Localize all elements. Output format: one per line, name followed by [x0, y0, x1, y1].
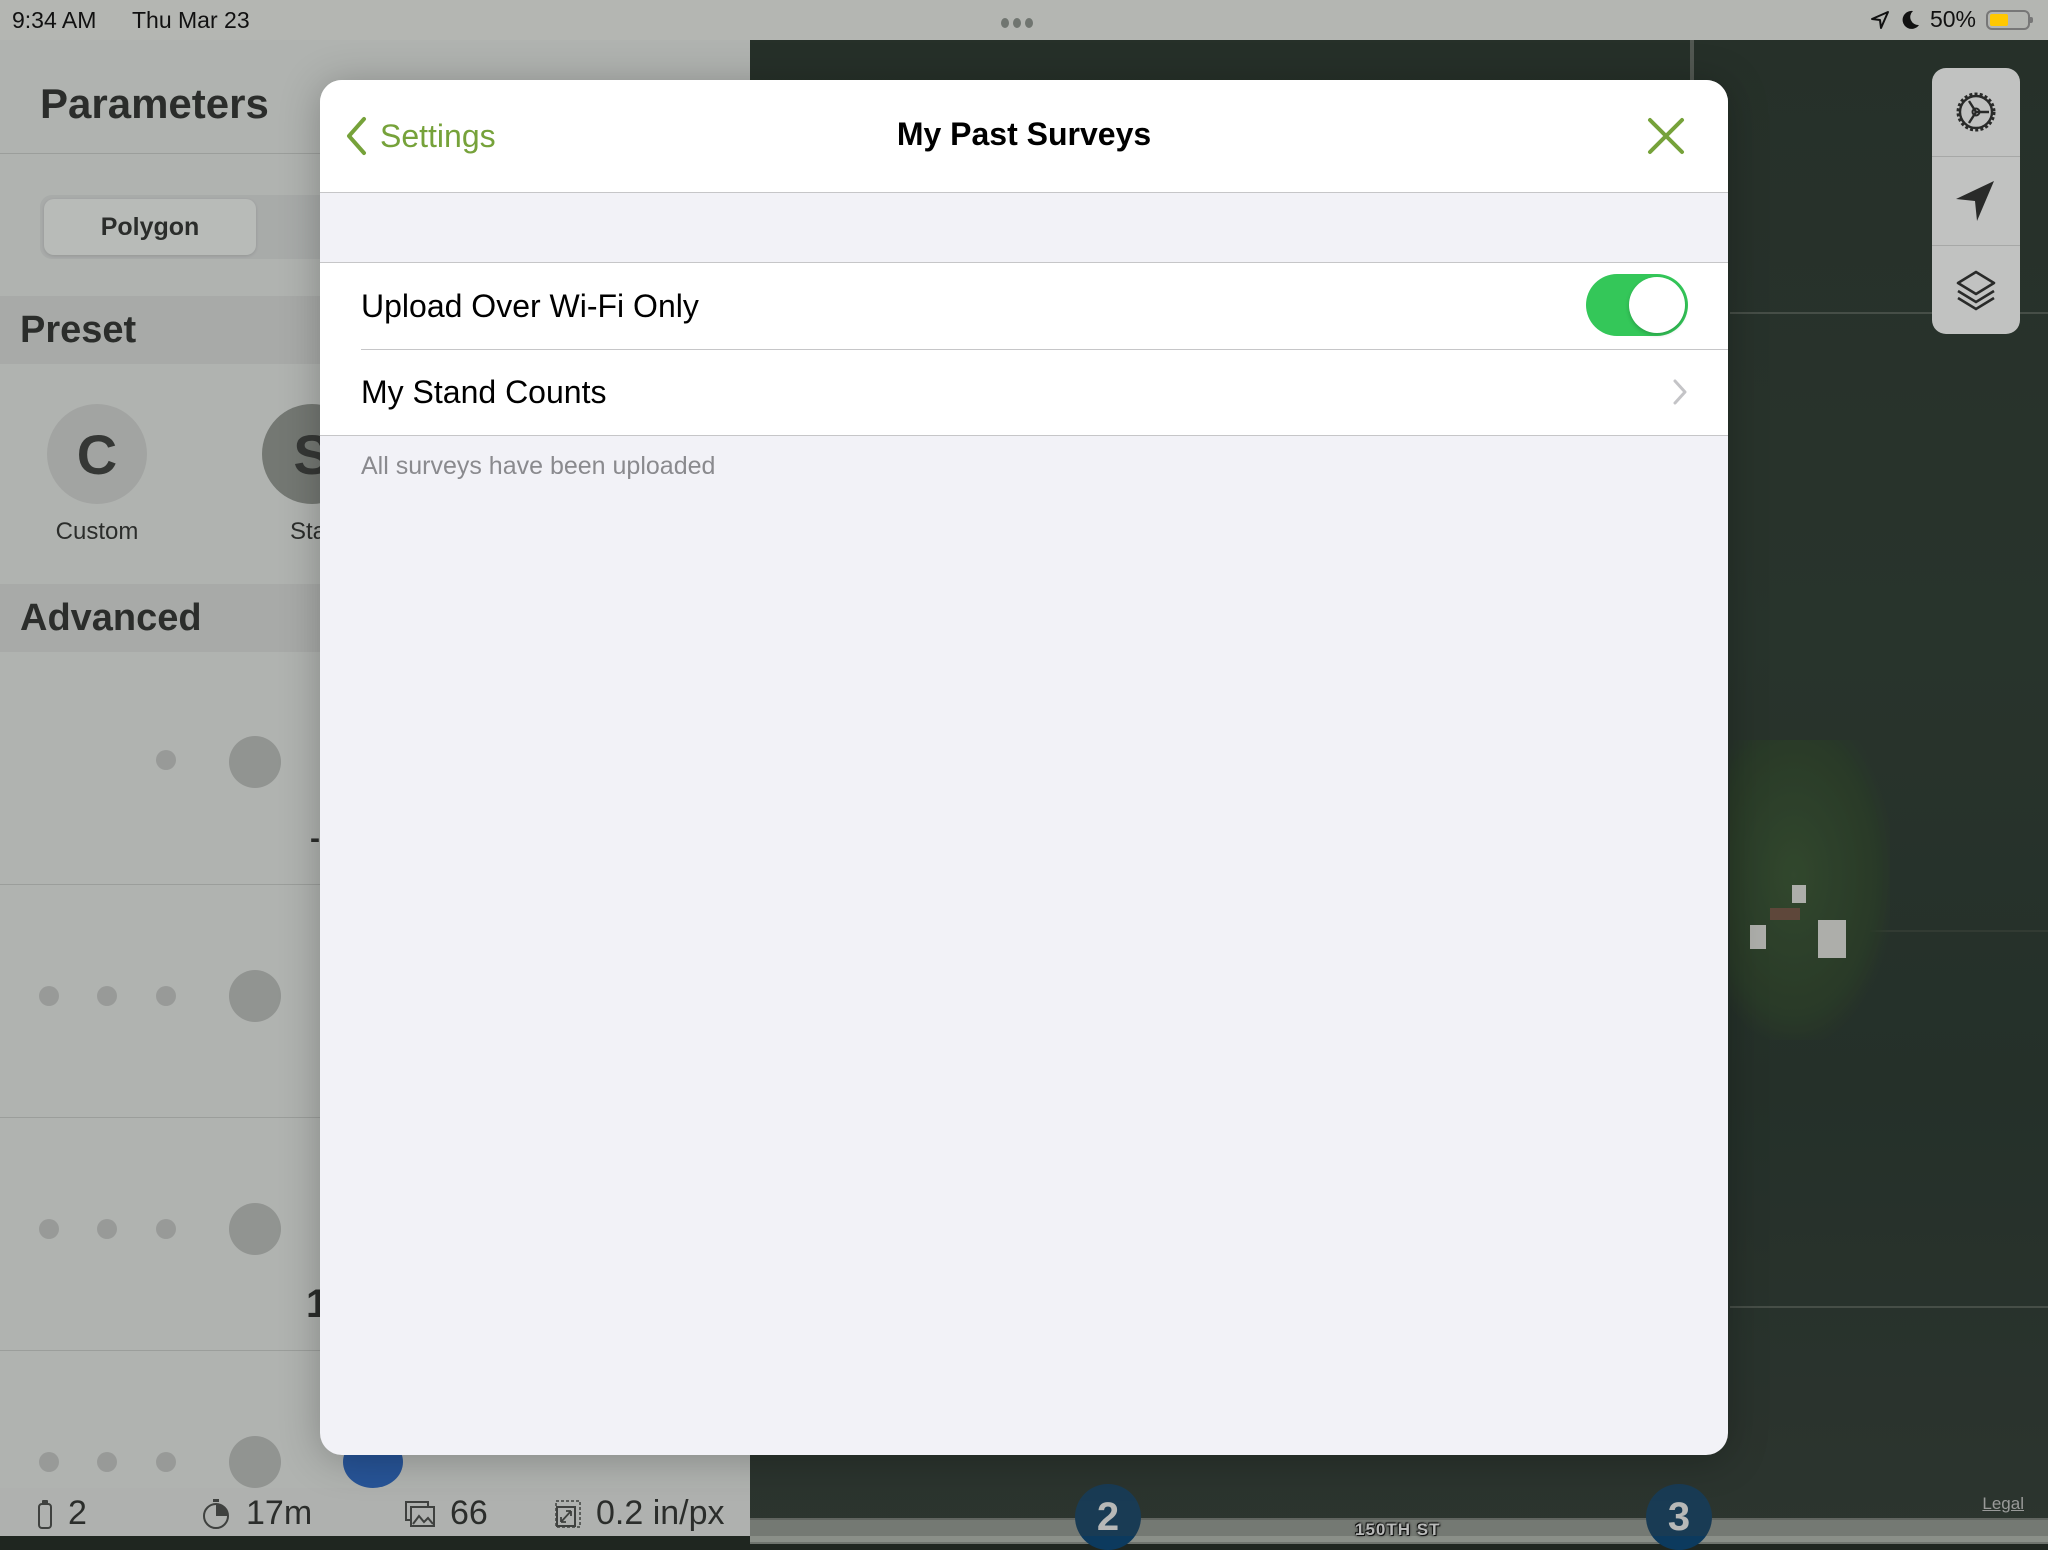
upload-wifi-only-label: Upload Over Wi-Fi Only [361, 287, 699, 324]
status-indicators: 50% [1870, 6, 2033, 33]
settings-group: Upload Over Wi-Fi Only My Stand Counts [320, 262, 1728, 436]
upload-wifi-only-row: Upload Over Wi-Fi Only [320, 263, 1728, 349]
my-stand-counts-label: My Stand Counts [361, 373, 607, 410]
battery-percent: 50% [1929, 6, 1976, 32]
my-stand-counts-row[interactable]: My Stand Counts [320, 349, 1728, 435]
battery-level [1990, 13, 2008, 26]
sheet-title: My Past Surveys [896, 116, 1152, 152]
status-bar: 9:34 AM Thu Mar 23 50% [0, 0, 2048, 40]
upload-wifi-only-toggle[interactable] [1586, 274, 1688, 336]
toggle-knob [1629, 277, 1685, 333]
status-time: 9:34 AM [12, 7, 97, 33]
status-date: Thu Mar 23 [132, 7, 250, 33]
upload-status-note: All surveys have been uploaded [361, 452, 716, 480]
location-arrow-icon [1870, 10, 1889, 29]
battery-icon [1986, 9, 2033, 30]
close-icon[interactable] [1644, 114, 1688, 158]
chevron-right-icon [1673, 379, 1687, 405]
my-past-surveys-sheet: Settings My Past Surveys Upload Over Wi-… [320, 80, 1728, 1455]
multitasking-dots[interactable] [1001, 18, 1033, 28]
navigation-bar: Settings My Past Surveys [320, 80, 1728, 193]
moon-icon [1902, 10, 1919, 29]
